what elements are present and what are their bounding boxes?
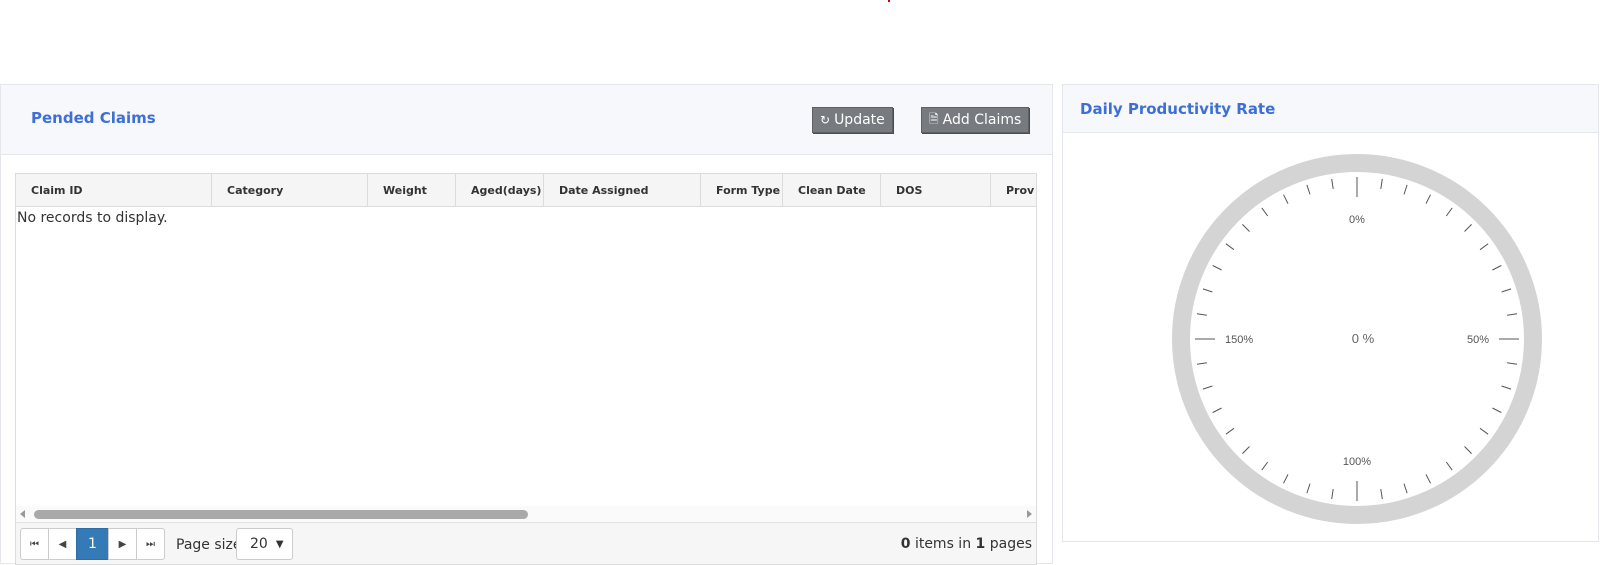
gauge-minor-tick bbox=[1331, 178, 1334, 189]
column-header-date-assigned[interactable]: Date Assigned bbox=[544, 174, 701, 206]
first-page-button[interactable]: ⏮ bbox=[20, 528, 49, 560]
update-button[interactable]: ↻ Update bbox=[812, 107, 893, 133]
pager-info: 0 items in 1 pages bbox=[901, 536, 1032, 552]
add-claims-button-label: Add Claims bbox=[942, 112, 1022, 128]
claims-grid-header: Claim ID Category Weight Aged(days) Date… bbox=[16, 174, 1036, 207]
gauge-minor-tick bbox=[1196, 362, 1207, 365]
claims-grid: Claim ID Category Weight Aged(days) Date… bbox=[15, 173, 1037, 565]
gauge-minor-tick bbox=[1225, 427, 1235, 435]
gauge-minor-tick bbox=[1501, 288, 1512, 293]
productivity-gauge: 0% 50% 100% 150% 0 % bbox=[1172, 154, 1542, 524]
update-button-label: Update bbox=[834, 112, 885, 128]
daily-productivity-title: Daily Productivity Rate bbox=[1080, 100, 1276, 118]
grid-pager: ⏮ ◀ 1 ▶ ⏭ Page size: 20 ▼ 0 items in 1 p… bbox=[16, 522, 1036, 564]
first-page-icon: ⏮ bbox=[30, 538, 39, 550]
document-icon: 🗎 bbox=[929, 111, 939, 126]
gauge-minor-tick bbox=[1283, 474, 1289, 484]
gauge-minor-tick bbox=[1464, 446, 1472, 454]
last-page-icon: ⏭ bbox=[146, 538, 155, 550]
scroll-right-arrow-icon[interactable] bbox=[1027, 510, 1032, 518]
gauge-minor-tick bbox=[1479, 243, 1489, 251]
chevron-down-icon: ▼ bbox=[275, 538, 284, 550]
top-indicator-dot bbox=[888, 0, 890, 2]
gauge-minor-tick bbox=[1196, 313, 1207, 316]
pended-claims-panel: Pended Claims ↻ Update 🗎 Add Claims Clai… bbox=[0, 84, 1053, 565]
gauge-value: 0 % bbox=[1352, 331, 1375, 346]
gauge-minor-tick bbox=[1202, 385, 1213, 390]
page-size-select[interactable]: 20 ▼ bbox=[236, 528, 293, 560]
gauge-minor-tick bbox=[1492, 265, 1502, 271]
gauge-minor-tick bbox=[1507, 313, 1518, 316]
pages-count: 1 bbox=[975, 536, 986, 552]
column-header-weight[interactable]: Weight bbox=[368, 174, 456, 206]
gauge-minor-tick bbox=[1445, 207, 1453, 217]
gauge-minor-tick bbox=[1306, 483, 1311, 494]
gauge-minor-tick bbox=[1261, 461, 1269, 471]
gauge-minor-tick bbox=[1464, 224, 1472, 232]
previous-page-icon: ◀ bbox=[58, 538, 67, 550]
page-number-button[interactable]: 1 bbox=[76, 528, 109, 560]
next-page-icon: ▶ bbox=[118, 538, 127, 550]
add-claims-button[interactable]: 🗎 Add Claims bbox=[921, 107, 1030, 133]
gauge-minor-tick bbox=[1212, 407, 1222, 413]
column-header-prov[interactable]: Prov bbox=[991, 174, 1036, 206]
last-page-button[interactable]: ⏭ bbox=[136, 528, 165, 560]
gauge-minor-tick bbox=[1425, 194, 1431, 204]
next-page-button[interactable]: ▶ bbox=[108, 528, 137, 560]
gauge-label-50: 50% bbox=[1467, 334, 1489, 346]
gauge-minor-tick bbox=[1225, 243, 1235, 251]
gauge-minor-tick bbox=[1306, 184, 1311, 195]
column-header-category[interactable]: Category bbox=[212, 174, 368, 206]
gauge-minor-tick bbox=[1380, 489, 1383, 500]
gauge-minor-tick bbox=[1507, 362, 1518, 365]
gauge-minor-tick bbox=[1403, 483, 1408, 494]
refresh-icon: ↻ bbox=[820, 113, 831, 127]
daily-productivity-panel: Daily Productivity Rate 0% 50% 100% 150%… bbox=[1062, 84, 1599, 542]
gauge-minor-tick bbox=[1202, 288, 1213, 293]
daily-productivity-header: Daily Productivity Rate bbox=[1063, 85, 1598, 133]
column-header-dos[interactable]: DOS bbox=[881, 174, 991, 206]
gauge-minor-tick bbox=[1501, 385, 1512, 390]
empty-grid-message: No records to display. bbox=[17, 210, 168, 226]
pages-text: pages bbox=[989, 536, 1032, 552]
gauge-minor-tick bbox=[1479, 427, 1489, 435]
pended-claims-header: Pended Claims ↻ Update 🗎 Add Claims bbox=[1, 85, 1052, 155]
horizontal-scrollbar[interactable] bbox=[16, 506, 1036, 522]
gauge-minor-tick bbox=[1403, 184, 1408, 195]
pended-claims-title: Pended Claims bbox=[31, 109, 156, 127]
column-header-claim-id[interactable]: Claim ID bbox=[16, 174, 212, 206]
gauge-minor-tick bbox=[1492, 407, 1502, 413]
scrollbar-thumb[interactable] bbox=[34, 510, 528, 519]
gauge-minor-tick bbox=[1242, 224, 1250, 232]
items-count: 0 bbox=[900, 536, 911, 552]
gauge-minor-tick bbox=[1242, 446, 1250, 454]
column-header-clean-date[interactable]: Clean Date bbox=[783, 174, 881, 206]
gauge-minor-tick bbox=[1212, 265, 1222, 271]
gauge-label-150: 150% bbox=[1225, 334, 1253, 346]
gauge-minor-tick bbox=[1283, 194, 1289, 204]
scroll-left-arrow-icon[interactable] bbox=[20, 510, 25, 518]
previous-page-button[interactable]: ◀ bbox=[48, 528, 77, 560]
column-header-form-type[interactable]: Form Type bbox=[701, 174, 783, 206]
column-header-aged-days[interactable]: Aged(days) bbox=[456, 174, 544, 206]
gauge-minor-tick bbox=[1445, 461, 1453, 471]
gauge-minor-tick bbox=[1425, 474, 1431, 484]
gauge-minor-tick bbox=[1331, 489, 1334, 500]
gauge-label-100: 100% bbox=[1343, 456, 1371, 468]
gauge-label-0: 0% bbox=[1349, 214, 1365, 226]
gauge-minor-tick bbox=[1380, 178, 1383, 189]
items-in-text: items in bbox=[914, 536, 972, 552]
page-size-value: 20 bbox=[250, 536, 268, 552]
gauge-minor-tick bbox=[1261, 207, 1269, 217]
